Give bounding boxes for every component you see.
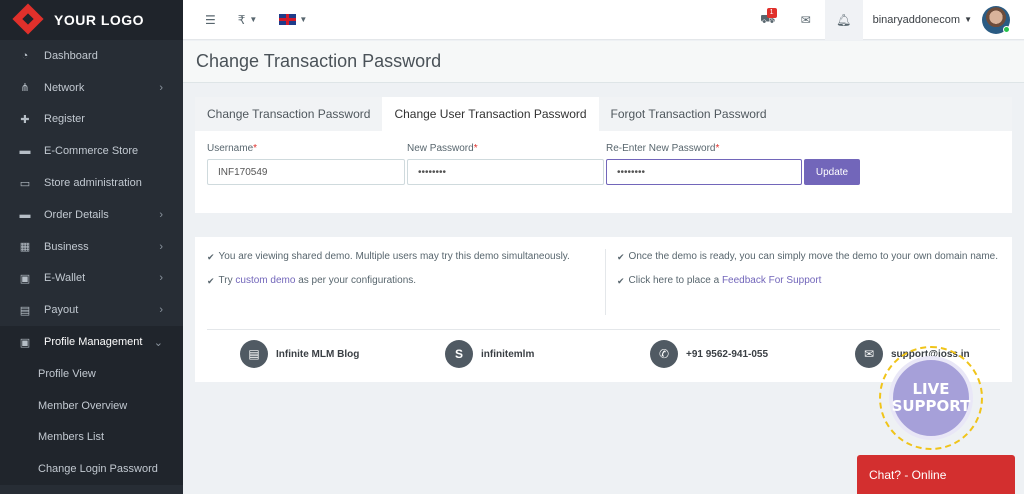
sidebar-item-profile-management[interactable]: ▣ Profile Management ⌄	[0, 326, 183, 358]
chat-online-button[interactable]: Chat? - Online	[857, 455, 1015, 494]
check-circle-icon: ✔	[617, 276, 625, 286]
user-plus-icon: ✚	[20, 113, 30, 126]
check-circle-icon: ✔	[617, 252, 625, 262]
tab-change-user-transaction-password[interactable]: Change User Transaction Password	[382, 97, 599, 131]
page-title: Change Transaction Password	[196, 51, 442, 71]
logo-icon	[12, 3, 44, 35]
calculator-icon: ▦	[19, 241, 31, 254]
update-button[interactable]: Update	[804, 159, 860, 185]
new-password-label: New Password*	[407, 143, 478, 154]
info-columns: ✔ You are viewing shared demo. Multiple u…	[195, 237, 1012, 315]
caret-down-icon: ▼	[964, 15, 972, 24]
tab-forgot-transaction-password[interactable]: Forgot Transaction Password	[599, 97, 779, 131]
whatsapp-icon: ✆	[650, 340, 678, 368]
sitemap-icon: ⋔	[20, 82, 30, 95]
sidebar-item-network[interactable]: ⋔ Network ›	[0, 72, 183, 104]
online-status-dot	[1003, 25, 1010, 33]
chevron-right-icon: ›	[159, 208, 163, 221]
info-left: ✔ You are viewing shared demo. Multiple u…	[195, 249, 605, 315]
topbar: ☰ ₹ ▼ ▼ ⛟ 1 ✉ 🔔︎ binaryaddonecom ▼	[183, 0, 1024, 40]
newspaper-icon: ▤	[240, 340, 268, 368]
info-feedback: ✔ Click here to place a Feedback For Supp…	[617, 273, 1000, 289]
caret-down-icon: ▼	[299, 15, 308, 24]
avatar[interactable]	[982, 5, 1010, 34]
user-menu[interactable]: binaryaddonecom ▼	[863, 0, 982, 40]
dashboard-icon: ◔	[21, 49, 29, 62]
profile-submenu: Profile View Member Overview Members Lis…	[0, 357, 183, 486]
logo[interactable]: YOUR LOGO	[0, 0, 183, 40]
contact-skype[interactable]: Sinfinitemlm	[445, 340, 650, 368]
mail-button[interactable]: ✉	[787, 0, 825, 40]
chevron-right-icon: ›	[159, 272, 163, 285]
sidebar-item-e-wallet[interactable]: ▣ E-Wallet ›	[0, 263, 183, 295]
sidebar-item-dashboard[interactable]: ◔ Dashboard	[0, 40, 183, 72]
wallet-icon: ▣	[19, 272, 31, 285]
caret-down-icon: ▼	[249, 15, 258, 24]
sidebar-item-register[interactable]: ✚ Register	[0, 104, 183, 136]
sidebar-item-change-login-password[interactable]: Change Login Password	[0, 453, 183, 486]
reenter-password-group: Re-Enter New Password*	[606, 143, 802, 185]
cart-count-badge: 1	[766, 7, 777, 18]
sidebar-item-payout[interactable]: ▤ Payout ›	[0, 294, 183, 326]
contact-blog[interactable]: ▤ Infinite MLM Blog	[240, 340, 445, 368]
bell-icon: 🔔︎	[836, 12, 852, 27]
info-shared-demo: ✔ You are viewing shared demo. Multiple u…	[207, 249, 605, 265]
skype-icon: S	[445, 340, 473, 368]
username-group: Username*	[207, 143, 405, 185]
check-circle-icon: ✔	[207, 252, 215, 262]
sidebar-menu: ◔ Dashboard ⋔ Network › ✚ Register ▬ E-Commer…	[0, 40, 183, 358]
cart-icon: ▬	[19, 208, 31, 221]
info-demo-ready: ✔ Once the demo is ready, you can simply …	[617, 249, 1000, 265]
tab-bar: Change Transaction Password Change User …	[195, 97, 1012, 131]
info-right: ✔ Once the demo is ready, you can simply …	[605, 249, 1000, 315]
info-custom-demo: ✔ Try custom demo as per your configurati…	[207, 273, 605, 289]
sidebar-item-business[interactable]: ▦ Business ›	[0, 231, 183, 263]
live-support-badge: LIVE SUPPORT	[889, 356, 973, 440]
password-card: Change Transaction Password Change User …	[195, 97, 1012, 213]
cart-icon: ▬	[19, 145, 31, 158]
menu-toggle-button[interactable]: ☰	[183, 0, 227, 40]
divider	[207, 329, 1000, 330]
cart-outline-icon: ▭	[19, 177, 31, 190]
chevron-right-icon: ›	[159, 304, 163, 317]
new-password-field[interactable]	[407, 159, 604, 185]
chevron-down-icon: ⌄	[153, 336, 163, 349]
new-password-group: New Password*	[407, 143, 604, 185]
money-icon: ▤	[19, 304, 31, 317]
sidebar-item-members-list[interactable]: Members List	[0, 421, 183, 454]
tab-change-transaction-password[interactable]: Change Transaction Password	[195, 97, 382, 131]
language-dropdown[interactable]: ▼	[268, 0, 318, 40]
chevron-right-icon: ›	[159, 81, 163, 94]
sidebar-item-store-administration[interactable]: ▭ Store administration	[0, 167, 183, 199]
envelope-icon: ✉	[800, 12, 811, 27]
cart-button[interactable]: ⛟ 1	[749, 0, 787, 40]
custom-demo-link[interactable]: custom demo	[235, 275, 295, 286]
sidebar-item-profile-view[interactable]: Profile View	[0, 357, 183, 390]
uk-flag-icon	[279, 14, 297, 25]
username-field[interactable]	[207, 159, 405, 185]
topbar-right: ⛟ 1 ✉ 🔔︎ binaryaddonecom ▼	[749, 0, 1024, 40]
sidebar: YOUR LOGO ◔ Dashboard ⋔ Network › ✚ Register…	[0, 0, 183, 494]
sidebar-item-ecommerce-store[interactable]: ▬ E-Commerce Store	[0, 135, 183, 167]
list-icon: ☰	[205, 12, 216, 27]
currency-dropdown[interactable]: ₹ ▼	[227, 0, 269, 40]
live-support-widget[interactable]: LIVE SUPPORT	[871, 340, 1001, 450]
sidebar-item-order-details[interactable]: ▬ Order Details ›	[0, 199, 183, 231]
sidebar-item-member-overview[interactable]: Member Overview	[0, 389, 183, 422]
contact-whatsapp[interactable]: ✆ +91 9562-941-055	[650, 340, 855, 368]
notifications-button[interactable]: 🔔︎	[824, 0, 863, 40]
password-form: Username* New Password* Re-Enter New Pas…	[195, 131, 1012, 185]
username-label: Username*	[207, 143, 258, 154]
page-header: Change Transaction Password	[183, 41, 1024, 83]
profile-icon: ▣	[19, 336, 31, 349]
reenter-password-label: Re-Enter New Password*	[606, 143, 720, 154]
reenter-password-field[interactable]	[606, 159, 802, 185]
check-circle-icon: ✔	[207, 276, 215, 286]
chevron-right-icon: ›	[159, 240, 163, 253]
logo-text: YOUR LOGO	[54, 12, 145, 28]
feedback-link[interactable]: Feedback For Support	[722, 275, 822, 286]
